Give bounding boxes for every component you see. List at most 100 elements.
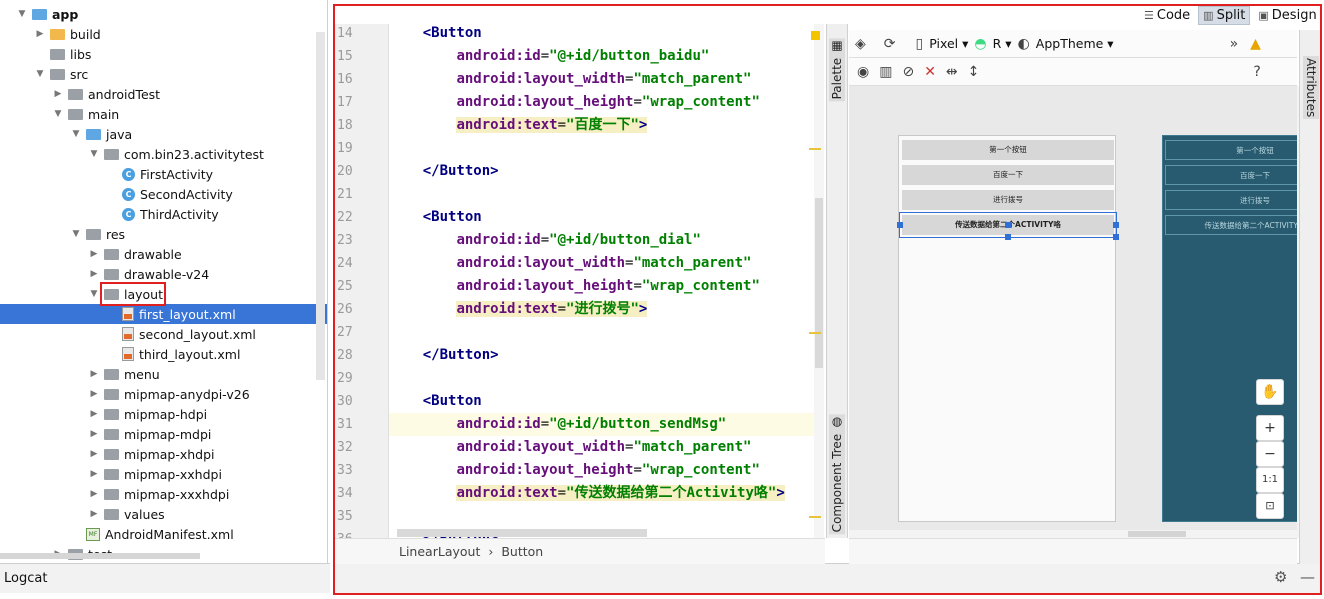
- code-editor[interactable]: <Button android:id="@+id/button_baidu" a…: [389, 24, 814, 538]
- tree-item-java[interactable]: ▼ java: [0, 124, 327, 144]
- magnet-off-icon[interactable]: ⊘: [902, 64, 914, 80]
- chevron-right-icon[interactable]: ▶: [88, 429, 100, 439]
- chevron-down-icon[interactable]: ▼: [52, 109, 64, 119]
- warning-icon[interactable]: ▲: [1250, 36, 1261, 52]
- horizontal-spacing-icon[interactable]: ⇹: [946, 64, 958, 80]
- code-line[interactable]: android:layout_width="match_parent": [389, 436, 751, 459]
- chevron-right-icon[interactable]: ▶: [88, 449, 100, 459]
- blueprint-icon[interactable]: ▥: [879, 64, 892, 80]
- logcat-tool-button[interactable]: Logcat: [0, 563, 330, 593]
- code-line[interactable]: android:layout_width="match_parent": [389, 252, 751, 275]
- code-line[interactable]: </Button>: [389, 344, 499, 367]
- code-line[interactable]: android:layout_height="wrap_content": [389, 275, 759, 298]
- chevron-right-icon[interactable]: ▶: [88, 469, 100, 479]
- code-marker[interactable]: [809, 516, 821, 518]
- code-line[interactable]: android:id="@+id/button_sendMsg": [389, 413, 814, 436]
- canvas-horizontal-scrollbar[interactable]: [849, 530, 1297, 538]
- code-line[interactable]: android:text="传送数据给第二个Activity咯">: [389, 482, 785, 505]
- canvas-scroll-thumb[interactable]: [1128, 531, 1186, 537]
- code-scroll-thumb[interactable]: [815, 198, 823, 368]
- tree-item-firstactivity[interactable]: C FirstActivity: [0, 164, 327, 184]
- device-icon[interactable]: ▯: [916, 36, 924, 52]
- tree-item-thirdactivity[interactable]: C ThirdActivity: [0, 204, 327, 224]
- chevron-right-icon[interactable]: ▶: [88, 249, 100, 259]
- resize-handle[interactable]: [1005, 222, 1011, 228]
- tree-item-values[interactable]: ▶ values: [0, 504, 327, 524]
- code-line[interactable]: android:layout_height="wrap_content": [389, 459, 759, 482]
- vertical-spacing-icon[interactable]: ↕: [968, 64, 980, 80]
- chevron-right-icon[interactable]: ▶: [88, 409, 100, 419]
- tree-item-com-bin23-activitytest[interactable]: ▼ com.bin23.activitytest: [0, 144, 327, 164]
- code-line[interactable]: android:layout_height="wrap_content": [389, 91, 759, 114]
- resize-handle[interactable]: [897, 222, 903, 228]
- palette-tab[interactable]: Palette ▦: [829, 38, 845, 102]
- breadcrumb-item[interactable]: Button: [501, 544, 543, 559]
- clear-constraints-icon[interactable]: ✕: [924, 64, 936, 80]
- tree-item-mipmap-anydpi-v26[interactable]: ▶ mipmap-anydpi-v26: [0, 384, 327, 404]
- chevron-right-icon[interactable]: ▶: [52, 89, 64, 99]
- code-line[interactable]: <Button: [389, 24, 482, 45]
- chevron-down-icon[interactable]: ▼: [88, 149, 100, 159]
- tree-item-mipmap-xhdpi[interactable]: ▶ mipmap-xhdpi: [0, 444, 327, 464]
- tree-item-first-layout-xml[interactable]: first_layout.xml: [0, 304, 327, 324]
- preview-button[interactable]: 进行拨号: [902, 190, 1114, 210]
- resize-handle[interactable]: [1113, 222, 1119, 228]
- code-line[interactable]: android:id="@+id/button_baidu": [389, 45, 709, 68]
- layers-icon[interactable]: ◈: [855, 36, 866, 52]
- zoom-actual-size-button[interactable]: 1:1: [1256, 467, 1284, 493]
- eye-icon[interactable]: ◉: [857, 64, 869, 80]
- overflow-chevron-icon[interactable]: »: [1230, 36, 1239, 52]
- zoom-fit-icon[interactable]: ⊡: [1256, 493, 1284, 519]
- tree-item-menu[interactable]: ▶ menu: [0, 364, 327, 384]
- code-line[interactable]: android:text="进行拨号">: [389, 298, 648, 321]
- blueprint-button[interactable]: 百度一下: [1165, 165, 1301, 185]
- tree-item-secondactivity[interactable]: C SecondActivity: [0, 184, 327, 204]
- code-line[interactable]: <Button: [389, 390, 482, 413]
- chevron-down-icon[interactable]: ▼: [88, 289, 100, 299]
- tree-item-second-layout-xml[interactable]: second_layout.xml: [0, 324, 327, 344]
- chevron-down-icon[interactable]: ▼: [34, 69, 46, 79]
- preview-button[interactable]: 百度一下: [902, 165, 1114, 185]
- resize-handle[interactable]: [1113, 234, 1119, 240]
- view-mode-code-button[interactable]: ☰ Code: [1140, 7, 1194, 24]
- tree-item-app[interactable]: ▼ app: [0, 4, 327, 24]
- tree-item-main[interactable]: ▼ main: [0, 104, 327, 124]
- device-select[interactable]: Pixel ▾: [929, 36, 968, 51]
- code-line[interactable]: <Button: [389, 206, 482, 229]
- tree-item-androidtest[interactable]: ▶ androidTest: [0, 84, 327, 104]
- tree-item-mipmap-xxxhdpi[interactable]: ▶ mipmap-xxxhdpi: [0, 484, 327, 504]
- view-mode-split-button[interactable]: ▥ Split: [1198, 5, 1251, 25]
- help-icon[interactable]: ?: [1253, 64, 1260, 80]
- pan-hand-icon[interactable]: ✋: [1256, 379, 1284, 405]
- view-mode-design-button[interactable]: ▣ Design: [1254, 7, 1320, 24]
- code-marker[interactable]: [809, 148, 821, 150]
- theme-select[interactable]: AppTheme ▾: [1036, 36, 1114, 51]
- tree-item-mipmap-xxhdpi[interactable]: ▶ mipmap-xxhdpi: [0, 464, 327, 484]
- chevron-down-icon[interactable]: ▼: [70, 229, 82, 239]
- layout-preview[interactable]: 第一个按钮百度一下进行拨号传送数据给第二个ACTIVITY咯: [897, 135, 1119, 522]
- tree-item-mipmap-mdpi[interactable]: ▶ mipmap-mdpi: [0, 424, 327, 444]
- blueprint-button[interactable]: 传送数据给第二个ACTIVITY咯: [1165, 215, 1301, 235]
- zoom-in-button[interactable]: +: [1256, 415, 1284, 441]
- blueprint-button[interactable]: 进行拨号: [1165, 190, 1301, 210]
- tree-item-third-layout-xml[interactable]: third_layout.xml: [0, 344, 327, 364]
- tree-vertical-scrollbar[interactable]: [316, 32, 325, 380]
- chevron-right-icon[interactable]: ▶: [34, 29, 46, 39]
- tree-item-mipmap-hdpi[interactable]: ▶ mipmap-hdpi: [0, 404, 327, 424]
- api-level-select[interactable]: R ▾: [993, 36, 1012, 51]
- code-line[interactable]: android:layout_width="match_parent": [389, 68, 751, 91]
- component-tree-tab[interactable]: Component Tree ◍: [829, 414, 845, 535]
- tree-item-libs[interactable]: libs: [0, 44, 327, 64]
- chevron-down-icon[interactable]: ▼: [70, 129, 82, 139]
- preview-button[interactable]: 第一个按钮: [902, 140, 1114, 160]
- code-marker[interactable]: [809, 332, 821, 334]
- chevron-right-icon[interactable]: ▶: [88, 269, 100, 279]
- blueprint-button[interactable]: 第一个按钮: [1165, 140, 1301, 160]
- resize-handle[interactable]: [1005, 234, 1011, 240]
- settings-gear-icon[interactable]: ⚙: [1274, 568, 1287, 586]
- tree-item-drawable[interactable]: ▶ drawable: [0, 244, 327, 264]
- chevron-right-icon[interactable]: ▶: [88, 389, 100, 399]
- tree-item-src[interactable]: ▼ src: [0, 64, 327, 84]
- warning-marker-icon[interactable]: [811, 31, 820, 40]
- code-line[interactable]: android:text="百度一下">: [389, 114, 648, 137]
